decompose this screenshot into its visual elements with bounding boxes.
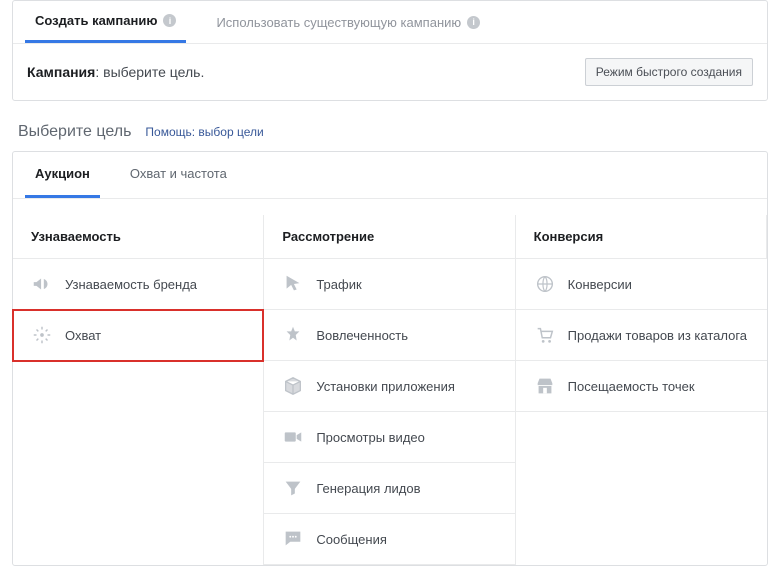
tab-create-campaign[interactable]: Создать кампанию i <box>25 1 186 43</box>
goal-label: Посещаемость точек <box>568 379 695 394</box>
engagement-icon <box>282 324 304 346</box>
col-header-awareness: Узнаваемость <box>13 215 264 259</box>
goal-column-awareness: Узнаваемость бренда Охват <box>13 259 264 565</box>
video-icon <box>282 426 304 448</box>
goal-label: Вовлеченность <box>316 328 408 343</box>
goal-engagement[interactable]: Вовлеченность <box>264 310 514 361</box>
goal-lead-gen[interactable]: Генерация лидов <box>264 463 514 514</box>
tab-create-label: Создать кампанию <box>35 13 157 28</box>
section-header: Выберите цель Помощь: выбор цели <box>0 117 780 151</box>
goal-label: Конверсии <box>568 277 632 292</box>
goal-conversions[interactable]: Конверсии <box>516 259 767 310</box>
goal-selection-card: Аукцион Охват и частота Узнаваемость Рас… <box>12 151 768 566</box>
goal-messages[interactable]: Сообщения <box>264 514 514 565</box>
chat-icon <box>282 528 304 550</box>
goal-store-visits[interactable]: Посещаемость точек <box>516 361 767 412</box>
store-icon <box>534 375 556 397</box>
help-link[interactable]: Помощь: выбор цели <box>145 125 263 139</box>
col-header-consideration: Рассмотрение <box>264 215 515 259</box>
info-icon: i <box>467 16 480 29</box>
campaign-goal-row: Кампания: выберите цель. Режим быстрого … <box>13 44 767 100</box>
globe-icon <box>534 273 556 295</box>
goal-label: Трафик <box>316 277 361 292</box>
goal-traffic[interactable]: Трафик <box>264 259 514 310</box>
funnel-icon <box>282 477 304 499</box>
tab-existing-label: Использовать существующую кампанию <box>216 15 461 30</box>
goal-catalog-sales[interactable]: Продажи товаров из каталога <box>516 310 767 361</box>
goal-video-views[interactable]: Просмотры видео <box>264 412 514 463</box>
goal-reach[interactable]: Охват <box>13 310 263 361</box>
goal-column-consideration: Трафик Вовлеченность Установки приложени… <box>264 259 515 565</box>
goal-label: Просмотры видео <box>316 430 425 445</box>
goal-label: Продажи товаров из каталога <box>568 328 747 343</box>
cursor-icon <box>282 273 304 295</box>
buying-type-tabs: Аукцион Охват и частота <box>13 152 767 199</box>
goal-label: Сообщения <box>316 532 387 547</box>
reach-icon <box>31 324 53 346</box>
goal-brand-awareness[interactable]: Узнаваемость бренда <box>13 259 263 310</box>
goal-label: Генерация лидов <box>316 481 420 496</box>
section-title-text: Выберите цель <box>18 123 131 141</box>
megaphone-icon <box>31 273 53 295</box>
goal-column-conversion: Конверсии Продажи товаров из каталога По… <box>516 259 767 565</box>
info-icon: i <box>163 14 176 27</box>
goal-label: Установки приложения <box>316 379 455 394</box>
box-icon <box>282 375 304 397</box>
goal-grid: Узнаваемость Рассмотрение Конверсия Узна… <box>13 215 767 565</box>
goal-app-installs[interactable]: Установки приложения <box>264 361 514 412</box>
campaign-setup-card: Создать кампанию i Использовать существу… <box>12 0 768 101</box>
tab-reach-frequency[interactable]: Охват и частота <box>120 152 237 198</box>
campaign-source-tabs: Создать кампанию i Использовать существу… <box>13 1 767 44</box>
col-header-conversion: Конверсия <box>516 215 767 259</box>
tab-existing-campaign[interactable]: Использовать существующую кампанию i <box>206 1 490 43</box>
goal-label: Охват <box>65 328 101 343</box>
quick-create-button[interactable]: Режим быстрого создания <box>585 58 753 86</box>
goal-label: Узнаваемость бренда <box>65 277 197 292</box>
cart-icon <box>534 324 556 346</box>
tab-auction[interactable]: Аукцион <box>25 152 100 198</box>
campaign-goal-label: Кампания: выберите цель. <box>27 64 204 80</box>
